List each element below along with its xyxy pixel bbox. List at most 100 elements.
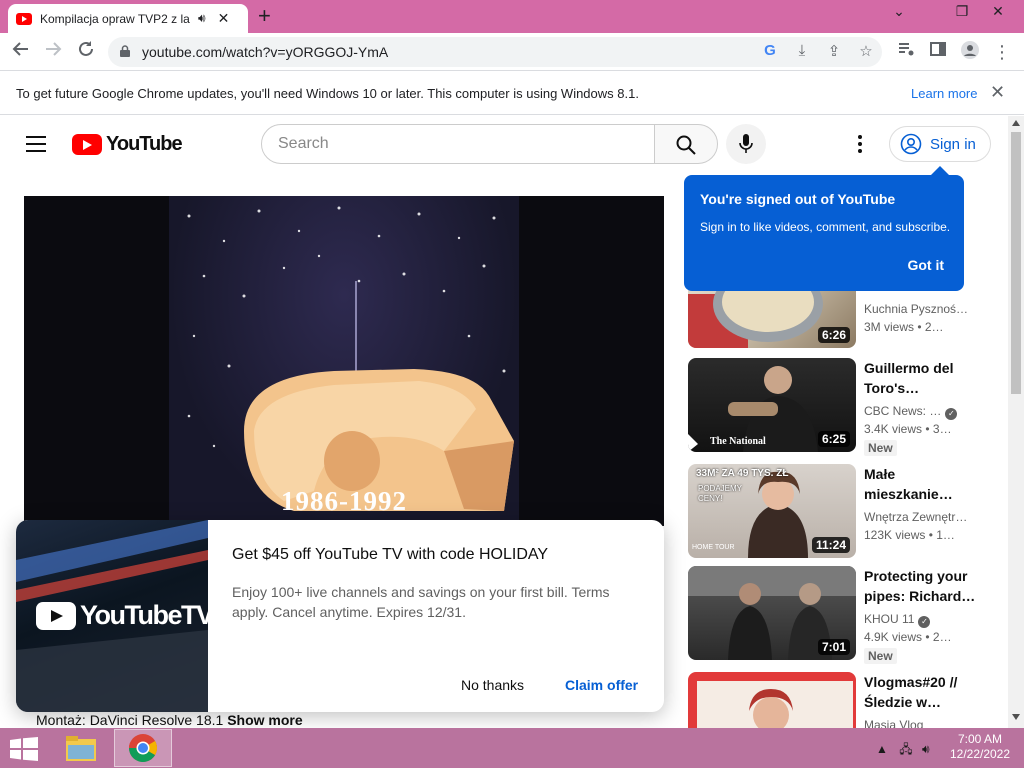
video-meta: 4.9K views • 2… [864,630,952,644]
back-arrow-icon [12,42,28,56]
hamburger-menu-icon[interactable] [26,136,46,152]
youtube-logo-text: YouTube [106,133,183,155]
sign-in-button[interactable]: Sign in [889,126,991,162]
network-icon[interactable]: 🖧︎ [899,742,912,756]
address-bar[interactable]: youtube.com/watch?v=yORGGOJ-YmA G ⤓ ⇪ ☆ [108,37,882,67]
search-icon [676,135,696,155]
video-thumbnail[interactable]: 7:01 [688,566,856,660]
video-title[interactable]: Guillermo del Toro's… [864,358,976,398]
video-description: Montaż: DaVinci Resolve 18.1 Show more [36,712,303,728]
restore-button[interactable]: ❐ [948,3,976,20]
media-control-icon[interactable] [893,40,919,64]
chrome-taskbar-button[interactable] [114,729,172,767]
video-player[interactable]: 1986-1992 [24,196,664,526]
video-duration: 6:26 [817,327,850,343]
channel-name[interactable]: Wnętrza Zewnętr… [864,510,967,524]
got-it-button[interactable]: Got it [907,257,944,273]
channel-name[interactable]: KHOU 11 ✓ [864,612,931,628]
system-tray: ▲ 🖧︎ 🔊︎ [876,740,930,761]
url-text[interactable]: youtube.com/watch?v=yORGGOJ-YmA [142,44,388,60]
volume-icon[interactable]: 🔊︎ [922,742,930,756]
bookmark-star-icon[interactable]: ☆ [856,42,876,60]
google-lens-icon[interactable]: G [760,42,780,59]
recommendation-item[interactable]: Vlogmas#20 // Śledzie w… Masia Vlog [688,672,988,728]
windows-taskbar: ▲ 🖧︎ 🔊︎ 7:00 AM 12/22/2022 [0,728,1024,768]
lock-icon[interactable] [120,45,130,57]
reload-icon [79,41,93,56]
microphone-icon [739,134,753,153]
youtube-tv-logo: YouTubeTV [36,600,208,631]
browser-title-bar: Kompilacja opraw TVP2 z lat 🔊︎ ✕ + ⌄ ❐ ✕ [0,0,1024,33]
voice-search-button[interactable] [726,124,766,164]
video-title[interactable]: Małe mieszkanie… [864,464,976,504]
search-input[interactable]: Search [261,124,655,164]
promo-image: YouTubeTV [16,520,208,712]
forward-arrow-icon [46,42,62,56]
windows-start-icon[interactable] [10,737,38,761]
update-infobar: To get future Google Chrome updates, you… [0,72,1024,115]
tab-close-button[interactable]: ✕ [218,10,230,27]
chrome-icon [128,734,157,762]
video-thumbnail[interactable]: 33M² ZA 49 TYS. ZŁ PODAJEMY CENY! HOME T… [688,464,856,558]
scroll-down-arrow-icon[interactable] [1012,714,1020,720]
video-thumbnail[interactable]: The National 6:25 [688,358,856,452]
scroll-up-arrow-icon[interactable] [1012,120,1020,126]
reload-button[interactable] [73,40,99,64]
speaker-icon[interactable]: 🔊︎ [198,11,206,26]
scroll-thumb[interactable] [1011,132,1021,394]
youtube-favicon-icon [16,12,32,25]
no-thanks-button[interactable]: No thanks [461,677,524,693]
recommendation-item[interactable]: The National 6:25 Guillermo del Toro's… … [688,358,988,456]
infobar-close-button[interactable]: ✕ [990,82,1005,103]
video-duration: 11:24 [811,537,850,553]
side-panel-icon[interactable] [925,40,951,64]
clock-date: 12/22/2022 [949,747,1011,761]
minimize-button[interactable]: ⌄ [885,3,913,20]
recommendation-item[interactable]: 33M² ZA 49 TYS. ZŁ PODAJEMY CENY! HOME T… [688,464,988,560]
video-meta: 3M views • 2… [864,320,944,334]
youtube-logo[interactable]: YouTube [72,133,183,156]
chrome-menu-icon[interactable]: ⋮ [989,40,1015,64]
new-tab-button[interactable]: + [258,4,271,28]
back-button[interactable] [8,40,34,64]
page-scrollbar[interactable] [1008,116,1024,728]
claim-offer-button[interactable]: Claim offer [565,677,638,693]
channel-name-text: CBC News: … [864,404,942,418]
recommendation-item[interactable]: 7:01 Protecting your pipes: Richard… KHO… [688,566,988,664]
show-more-button[interactable]: Show more [227,712,302,728]
learn-more-link[interactable]: Learn more [911,86,977,101]
tvp2-logo-disc [244,281,514,511]
video-title[interactable]: Protecting your pipes: Richard… [864,566,976,606]
video-duration: 7:01 [817,639,850,655]
thumbnail-text: 33M² ZA 49 TYS. ZŁ [696,468,789,479]
account-circle-icon [900,133,922,155]
video-title[interactable]: Vlogmas#20 // Śledzie w… [864,672,976,712]
video-thumbnail[interactable] [688,672,856,728]
thumbnail-corner-text: HOME TOUR [692,544,735,551]
install-app-icon[interactable]: ⤓ [792,42,812,59]
profile-avatar-icon[interactable] [957,40,983,64]
close-window-button[interactable]: ✕ [984,3,1012,20]
signed-out-body: Sign in to like videos, comment, and sub… [700,220,951,234]
settings-kebab-icon[interactable] [850,132,870,156]
signed-out-popup: You're signed out of YouTube Sign in to … [684,166,964,291]
youtube-tv-play-icon [36,601,76,630]
search-button[interactable] [654,124,718,164]
forward-button[interactable] [40,40,66,64]
channel-name[interactable]: CBC News: … ✓ [864,404,958,420]
browser-tab[interactable]: Kompilacja opraw TVP2 z lat 🔊︎ ✕ [8,4,248,33]
sign-in-label: Sign in [930,135,976,153]
channel-name[interactable]: Kuchnia Pysznoś… [864,302,968,316]
thumbnail-text: The National [710,436,766,447]
taskbar-clock[interactable]: 7:00 AM 12/22/2022 [948,732,1012,762]
promo-title: Get $45 off YouTube TV with code HOLIDAY [232,546,549,563]
file-explorer-icon[interactable] [58,731,104,767]
youtube-tv-promo-dialog: YouTubeTV Get $45 off YouTube TV with co… [16,520,664,712]
clock-time: 7:00 AM [957,732,1003,746]
tray-expand-icon[interactable]: ▲ [876,742,888,756]
share-icon[interactable]: ⇪ [824,42,844,60]
new-badge: New [864,648,897,664]
youtube-tv-logo-text: YouTubeTV [80,600,208,630]
channel-name[interactable]: Masia Vlog [864,718,923,728]
new-badge: New [864,440,897,456]
